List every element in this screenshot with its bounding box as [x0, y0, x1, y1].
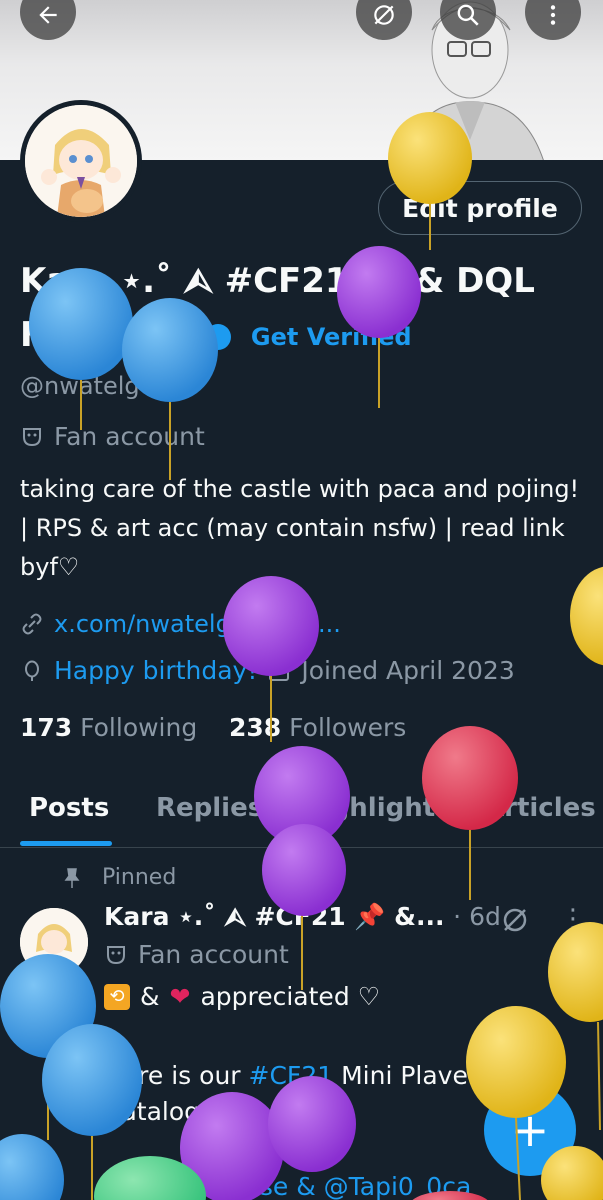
- pin-icon: [64, 867, 80, 888]
- ampersand: &: [140, 982, 160, 1011]
- post-line1-text: appreciated ♡: [200, 982, 381, 1011]
- post-author-category: Fan account: [104, 940, 289, 969]
- theater-mask-icon: [107, 945, 125, 964]
- post-avatar[interactable]: [20, 908, 88, 976]
- profile-tabs: Posts Replies Highlights Articles: [0, 778, 603, 848]
- profile-name: Kara ⋆.˚ ⮙ #CF21 📌 & DQL Freebies Get Ve…: [20, 254, 590, 364]
- balloon-blue: [0, 1134, 64, 1200]
- grok-icon[interactable]: [500, 905, 530, 935]
- post-header: Kara ⋆.˚ ⮙ #CF21 📌 &... · 6d: [104, 902, 501, 932]
- calendar-icon: [269, 661, 290, 681]
- get-verified-link[interactable]: Get Verified: [251, 323, 412, 351]
- tab-replies[interactable]: Replies: [156, 793, 263, 823]
- post-author[interactable]: Kara ⋆.˚ ⮙ #CF21 📌 &...: [104, 902, 444, 931]
- back-button[interactable]: [20, 0, 76, 40]
- verified-badge-icon: [205, 323, 232, 350]
- post-time[interactable]: · 6d: [453, 902, 501, 931]
- category-label: Fan account: [54, 422, 205, 451]
- pinned-label: Pinned: [102, 865, 177, 890]
- post-more-icon[interactable]: ⋮: [560, 904, 586, 934]
- display-name-line2: Freebies: [20, 315, 184, 355]
- tab-highlights[interactable]: Highlights: [300, 793, 451, 823]
- pinned-indicator: Pinned: [60, 865, 176, 890]
- birthday-link[interactable]: Happy birthday!: [54, 656, 257, 685]
- edit-profile-button[interactable]: Edit profile: [378, 181, 582, 235]
- heart-emoji-icon: ❤: [169, 982, 191, 1011]
- link-icon: [22, 613, 42, 635]
- following-link[interactable]: 173 Following: [20, 713, 197, 742]
- following-count: 173: [20, 713, 73, 742]
- post-text-line1: ⟲ & ❤ appreciated ♡: [104, 982, 380, 1011]
- profile-category: Fan account: [20, 422, 205, 451]
- tab-posts[interactable]: Posts: [29, 793, 109, 823]
- post-line2-prefix: Here is our: [104, 1061, 249, 1090]
- theater-mask-icon: [23, 427, 41, 446]
- balloon-icon: [25, 660, 39, 681]
- compose-button[interactable]: +: [484, 1084, 576, 1176]
- follow-stats: 173 Following 238 Followers: [20, 713, 406, 742]
- active-tab-indicator: [20, 841, 112, 846]
- profile-link[interactable]: x.com/nwatelgeuse/st...: [20, 610, 341, 638]
- post-hashtag[interactable]: #CF21: [249, 1061, 334, 1090]
- balloon-blue: [0, 954, 96, 1140]
- profile-bio: taking care of the castle with paca and …: [20, 475, 580, 581]
- followers-count: 238: [229, 713, 282, 742]
- followers-link[interactable]: 238 Followers: [229, 713, 406, 742]
- post-avatar-illustration: [20, 908, 88, 976]
- arrow-left-icon: [39, 6, 57, 24]
- profile-avatar[interactable]: [20, 100, 142, 222]
- profile-handle: @nwatelgeuse: [20, 372, 197, 400]
- display-name-line1: Kara ⋆.˚ ⮙ #CF21 📌 & DQL: [20, 261, 535, 301]
- post-mentions[interactable]: @nwatelgeuse & @Tapi0_0ca: [104, 1172, 471, 1200]
- joined-date: Joined April 2023: [301, 656, 515, 685]
- grok-icon: [374, 5, 394, 25]
- following-label: Following: [80, 713, 198, 742]
- tab-articles[interactable]: Articles: [484, 793, 596, 823]
- avatar-illustration: [25, 105, 137, 217]
- profile-meta: Happy birthday! Joined April 2023: [20, 656, 515, 685]
- profile-link-text[interactable]: x.com/nwatelgeuse/st...: [54, 610, 341, 638]
- search-icon: [457, 4, 479, 26]
- followers-label: Followers: [289, 713, 407, 742]
- post-category-label: Fan account: [138, 940, 289, 969]
- repost-emoji-icon: ⟲: [104, 983, 130, 1010]
- more-vertical-icon: [550, 5, 556, 25]
